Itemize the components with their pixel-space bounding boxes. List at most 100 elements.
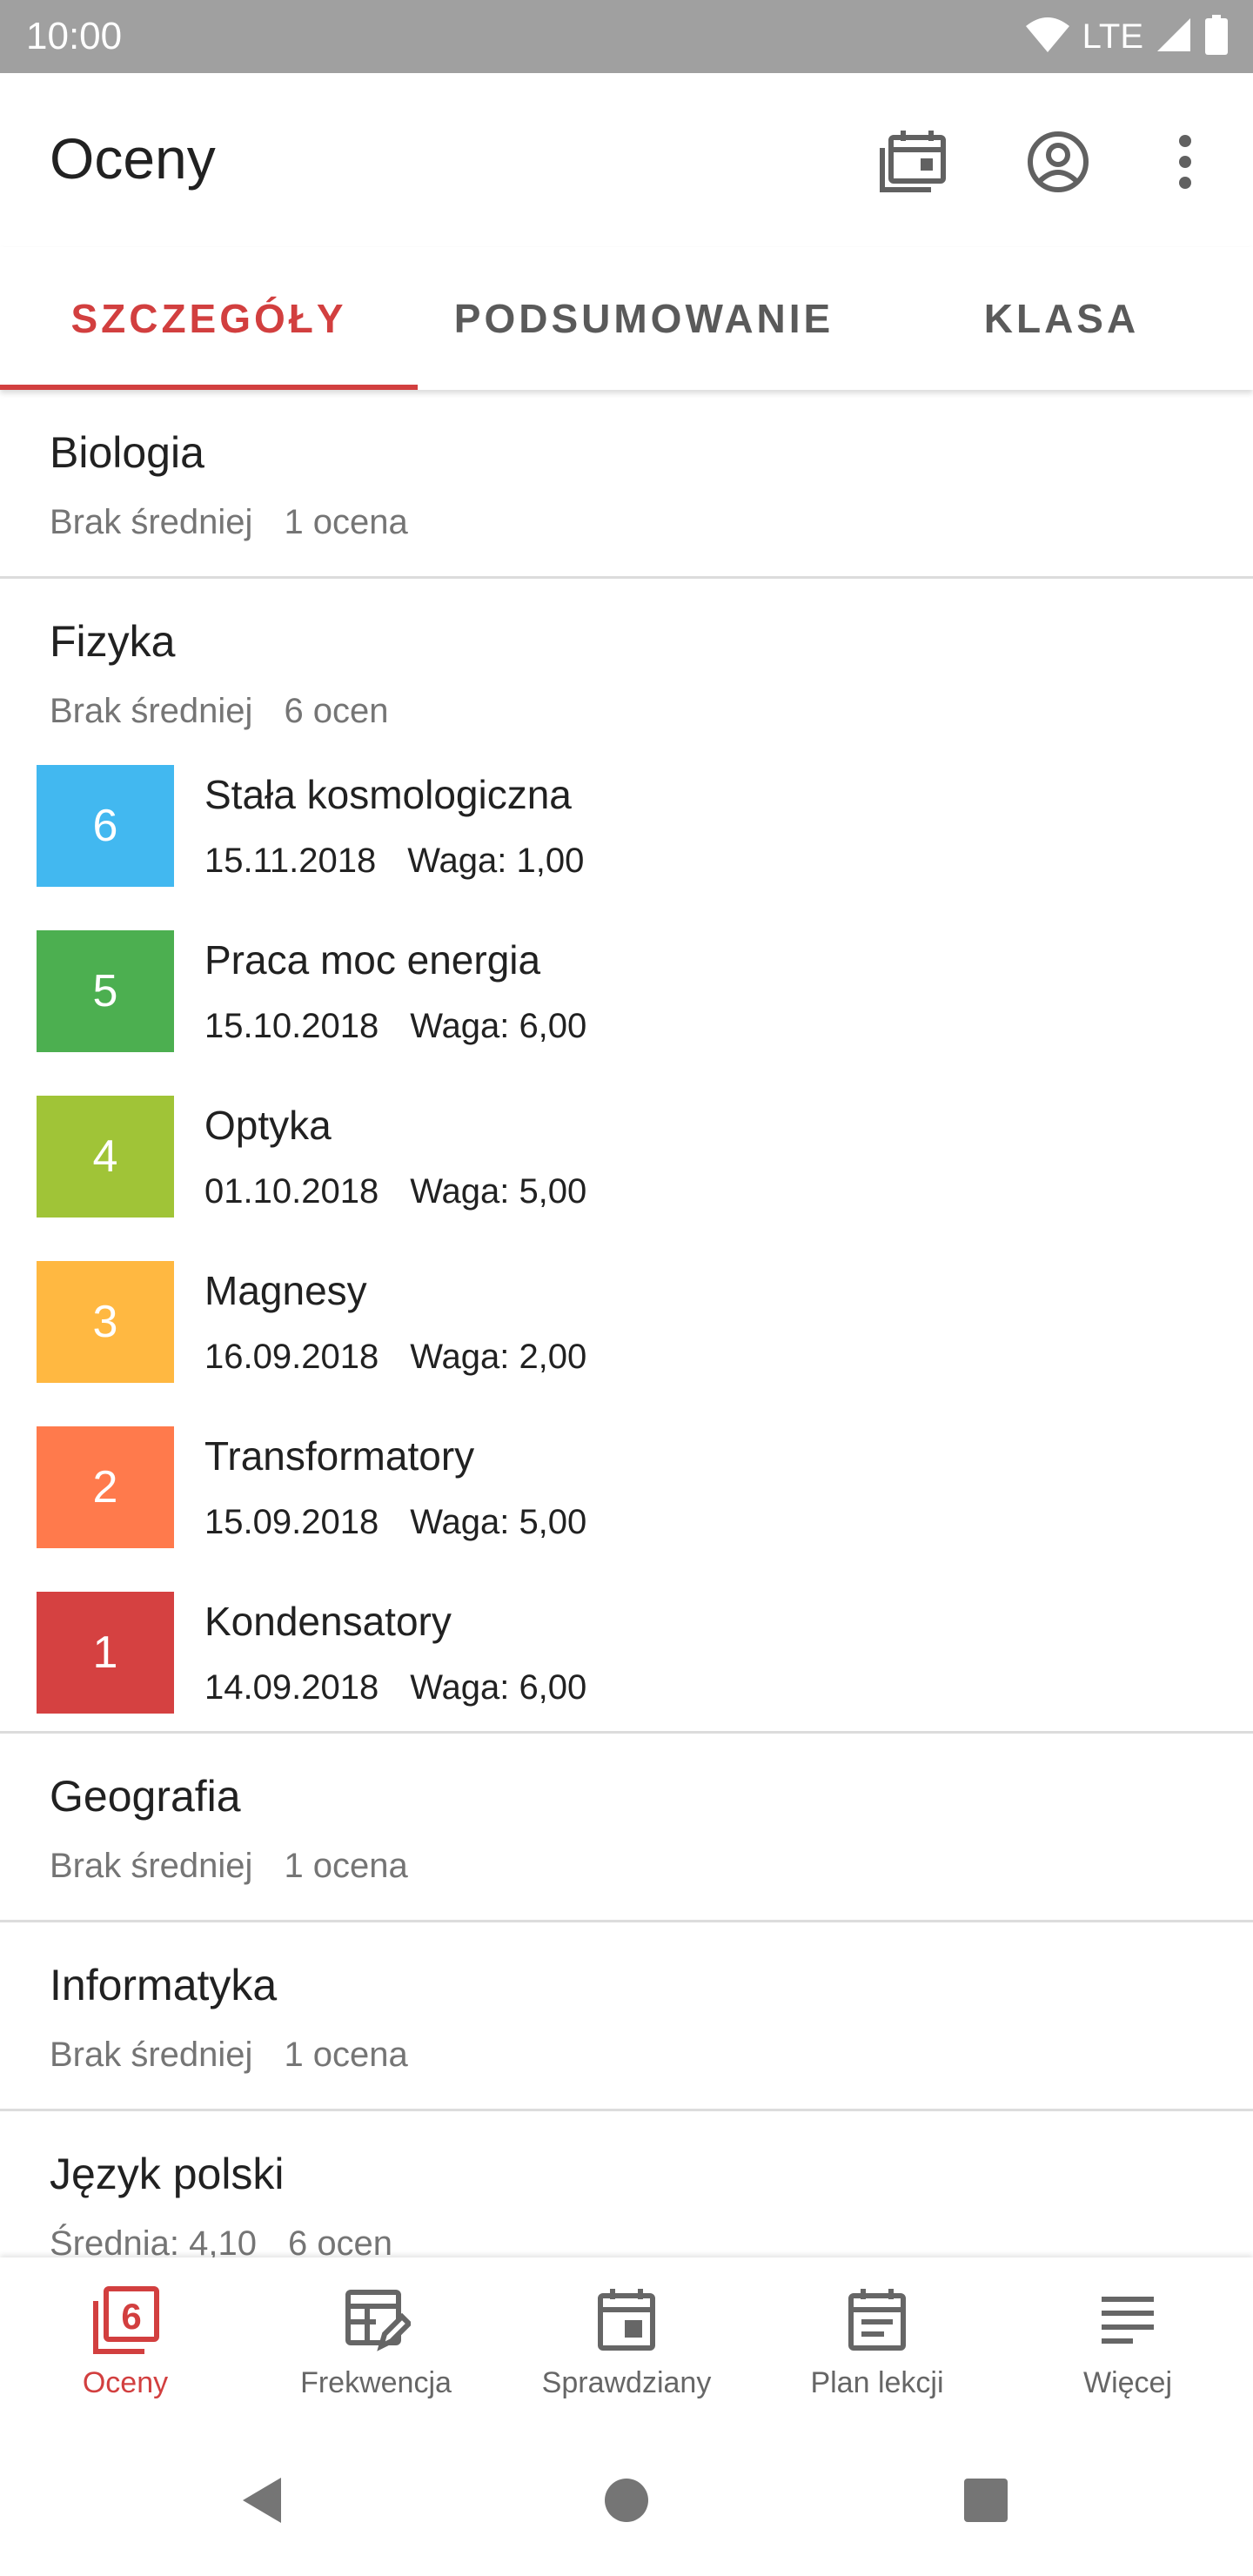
grades-icon: 6 [89, 2284, 162, 2357]
subject-header[interactable]: Geografia Brak średniej 1 ocena [0, 1734, 1253, 1920]
subject-average: Brak średniej [50, 1847, 253, 1885]
subject-header[interactable]: Fizyka Brak średniej 6 ocen [0, 579, 1253, 765]
grade-weight: Waga: 2,00 [410, 1338, 587, 1376]
calendar-icon [877, 129, 947, 199]
grade-date: 16.09.2018 [204, 1338, 379, 1376]
nav-item-sprawdziany[interactable]: Sprawdziany [501, 2257, 752, 2432]
grade-value-badge: 6 [37, 765, 174, 887]
more-menu-icon [1091, 2284, 1164, 2357]
subject-name: Biologia [50, 428, 204, 477]
subject-meta: Brak średniej 1 ocena [50, 500, 408, 545]
grade-row[interactable]: 2 Transformatory 15.09.2018 Waga: 5,00 [0, 1426, 1253, 1592]
grade-list: 6 Stała kosmologiczna 15.11.2018 Waga: 1… [0, 765, 1253, 1731]
tab-bar: SZCZEGÓŁY PODSUMOWANIE KLASA [0, 247, 1253, 390]
bottom-navigation: 6 Oceny Frekwencja Sprawdziany Plan lekc… [0, 2257, 1253, 2432]
grade-weight: Waga: 6,00 [410, 1007, 587, 1045]
subject-fizyka[interactable]: Fizyka Brak średniej 6 ocen 6 Stała kosm… [0, 579, 1253, 1734]
back-icon [236, 2474, 288, 2531]
subject-average: Brak średniej [50, 503, 253, 541]
wifi-icon [1025, 16, 1070, 58]
subject-name: Język polski [50, 2150, 285, 2198]
subject-grade-count: 1 ocena [284, 1847, 408, 1885]
subject-average: Brak średniej [50, 2036, 253, 2074]
tab-szczegoly[interactable]: SZCZEGÓŁY [0, 247, 418, 390]
status-time: 10:00 [26, 15, 123, 57]
grade-value-badge: 1 [37, 1592, 174, 1714]
tab-klasa[interactable]: KLASA [870, 247, 1253, 390]
grade-description: Transformatory [204, 1433, 475, 1479]
subject-name: Informatyka [50, 1961, 278, 2009]
app-bar: Oceny [0, 73, 1253, 247]
grade-description: Optyka [204, 1103, 332, 1148]
overflow-menu-button[interactable] [1142, 120, 1229, 207]
grade-value-badge: 2 [37, 1426, 174, 1548]
grade-description: Stała kosmologiczna [204, 772, 572, 817]
account-button[interactable] [1015, 120, 1102, 207]
nav-label: Więcej [1082, 2366, 1173, 2399]
nav-item-plan-lekcji[interactable]: Plan lekcji [752, 2257, 1002, 2432]
subject-average: Brak średniej [50, 692, 253, 730]
exams-icon [590, 2284, 663, 2357]
grade-weight: Waga: 5,00 [410, 1503, 587, 1541]
grade-value-badge: 4 [37, 1096, 174, 1218]
subject-meta: Brak średniej 1 ocena [50, 2032, 408, 2077]
nav-item-wiecej[interactable]: Więcej [1002, 2257, 1253, 2432]
subject-header[interactable]: Informatyka Brak średniej 1 ocena [0, 1922, 1253, 2109]
grade-date: 15.10.2018 [204, 1007, 379, 1045]
grade-date: 14.09.2018 [204, 1668, 379, 1707]
grade-description: Kondensatory [204, 1599, 452, 1644]
nav-label: Sprawdziany [541, 2366, 712, 2399]
subject-biologia[interactable]: Biologia Brak średniej 1 ocena [0, 390, 1253, 579]
nav-item-oceny[interactable]: 6 Oceny [0, 2257, 251, 2432]
subject-meta: Brak średniej 1 ocena [50, 1843, 408, 1888]
svg-text:6: 6 [121, 2296, 141, 2337]
tab-podsumowanie[interactable]: PODSUMOWANIE [418, 247, 870, 390]
subject-grade-count: 1 ocena [284, 503, 408, 541]
home-icon [602, 2476, 651, 2529]
nav-item-frekwencja[interactable]: Frekwencja [251, 2257, 501, 2432]
account-icon [1027, 131, 1089, 198]
grade-meta: 01.10.2018 Waga: 5,00 [204, 1169, 586, 1214]
subject-header[interactable]: Biologia Brak średniej 1 ocena [0, 390, 1253, 576]
grade-row[interactable]: 6 Stała kosmologiczna 15.11.2018 Waga: 1… [0, 765, 1253, 930]
system-navigation-bar [0, 2432, 1253, 2576]
grade-value-badge: 3 [37, 1261, 174, 1383]
grade-row[interactable]: 1 Kondensatory 14.09.2018 Waga: 6,00 [0, 1592, 1253, 1722]
grade-date: 15.09.2018 [204, 1503, 379, 1541]
grade-date: 01.10.2018 [204, 1172, 379, 1211]
grade-row[interactable]: 3 Magnesy 16.09.2018 Waga: 2,00 [0, 1261, 1253, 1426]
grade-weight: Waga: 6,00 [410, 1668, 587, 1707]
subject-name: Fizyka [50, 617, 176, 666]
page-title: Oceny [50, 126, 216, 191]
status-bar: 10:00 LTE [0, 0, 1253, 73]
subject-average: Średnia: 4,10 [50, 2224, 257, 2257]
grades-list[interactable]: Biologia Brak średniej 1 ocena Fizyka Br… [0, 390, 1253, 2257]
timetable-icon [841, 2284, 914, 2357]
grade-meta: 15.11.2018 Waga: 1,00 [204, 838, 584, 883]
grade-row[interactable]: 5 Praca moc energia 15.10.2018 Waga: 6,0… [0, 930, 1253, 1096]
battery-icon [1204, 14, 1229, 59]
nav-label: Frekwencja [300, 2366, 452, 2399]
grade-meta: 15.09.2018 Waga: 5,00 [204, 1499, 586, 1545]
subject-grade-count: 6 ocen [287, 2224, 393, 2257]
grade-row[interactable]: 4 Optyka 01.10.2018 Waga: 5,00 [0, 1096, 1253, 1261]
grade-description: Magnesy [204, 1268, 367, 1313]
back-button[interactable] [223, 2463, 301, 2541]
subject-geografia[interactable]: Geografia Brak średniej 1 ocena [0, 1734, 1253, 1922]
network-type: LTE [1082, 17, 1143, 56]
subject-grade-count: 6 ocen [284, 692, 389, 730]
subject-jezyk-polski[interactable]: Język polski Średnia: 4,10 6 ocen [0, 2111, 1253, 2257]
home-button[interactable] [587, 2463, 666, 2541]
subject-grade-count: 1 ocena [284, 2036, 408, 2074]
recents-button[interactable] [947, 2463, 1025, 2541]
calendar-button[interactable] [868, 120, 955, 207]
attendance-icon [339, 2284, 412, 2357]
subject-informatyka[interactable]: Informatyka Brak średniej 1 ocena [0, 1922, 1253, 2111]
grade-date: 15.11.2018 [204, 842, 377, 880]
recents-icon [962, 2477, 1009, 2528]
nav-label: Oceny [82, 2366, 169, 2399]
subject-header[interactable]: Język polski Średnia: 4,10 6 ocen [0, 2111, 1253, 2257]
active-tab-indicator [0, 385, 418, 390]
status-icons: LTE [1025, 12, 1229, 61]
more-vert-icon [1178, 134, 1192, 194]
